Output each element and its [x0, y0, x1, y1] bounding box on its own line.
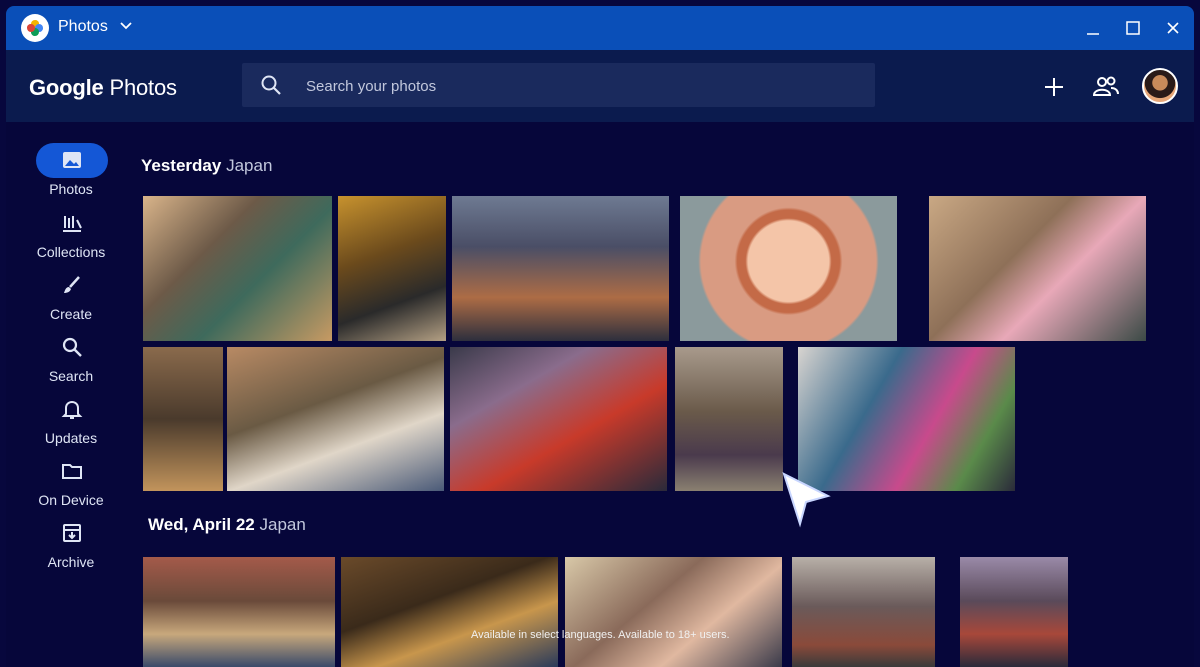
section-header-yesterday: Yesterday Japan: [141, 156, 272, 176]
photo-thumbnail[interactable]: [452, 196, 669, 341]
disclaimer-text: Available in select languages. Available…: [471, 629, 730, 641]
nav-label: Updates: [44, 430, 98, 446]
photos-logo-icon: [21, 14, 49, 42]
brand-google: Google: [29, 75, 104, 100]
nav-label: Collections: [36, 244, 106, 260]
nav-icon-slot: [36, 330, 108, 365]
minimize-button[interactable]: [1080, 16, 1106, 40]
photo-thumbnail[interactable]: [680, 196, 897, 341]
folder-icon: [62, 464, 82, 479]
nav-icon-slot: [36, 516, 108, 551]
nav-icon-slot: [36, 392, 108, 427]
photo-thumbnail[interactable]: [960, 557, 1068, 667]
photo-thumbnail[interactable]: [792, 557, 935, 667]
sharing-button[interactable]: [1091, 72, 1121, 102]
photo-thumbnail[interactable]: [338, 196, 446, 341]
nav-icon-slot: [36, 268, 108, 303]
photo-thumbnail[interactable]: [565, 557, 782, 667]
photo-thumbnail[interactable]: [341, 557, 558, 667]
account-avatar[interactable]: [1142, 68, 1178, 104]
section-place: Japan: [226, 156, 273, 175]
nav-label: On Device: [38, 492, 104, 508]
photo-thumbnail[interactable]: [143, 557, 335, 667]
nav-item-on-device[interactable]: On Device: [6, 454, 136, 510]
pointer-cursor-icon: [782, 472, 831, 528]
add-button[interactable]: [1039, 72, 1069, 102]
app-header: Google Photos: [6, 50, 1194, 122]
section-date: Yesterday: [141, 156, 222, 175]
photo-thumbnail[interactable]: [227, 347, 444, 491]
google-photos-logo[interactable]: Google Photos: [29, 75, 177, 101]
nav-label: Archive: [47, 554, 95, 570]
brush-icon: [64, 276, 80, 293]
nav-item-archive[interactable]: Archive: [6, 516, 136, 572]
nav-label: Photos: [49, 181, 93, 197]
photo-thumbnail[interactable]: [143, 196, 332, 341]
photos-window: Photos Google Photos Search your photos …: [6, 6, 1194, 667]
nav-active-pill: [36, 143, 108, 178]
photo-thumbnail[interactable]: [450, 347, 667, 491]
collections-icon: [63, 216, 82, 232]
sidebar: Photos Collections Create Search Updates: [6, 122, 136, 667]
archive-icon: [63, 524, 81, 542]
nav-item-updates[interactable]: Updates: [6, 392, 136, 448]
maximize-button[interactable]: [1120, 16, 1146, 40]
title-bar: Photos: [6, 6, 1194, 50]
brand-photos: Photos: [109, 75, 177, 100]
photo-thumbnail[interactable]: [143, 347, 223, 491]
section-date: Wed, April 22: [148, 515, 255, 534]
image-icon: [63, 152, 81, 168]
app-title: Photos: [58, 18, 108, 35]
nav-label: Create: [49, 306, 93, 322]
section-place: Japan: [259, 515, 306, 534]
nav-item-create[interactable]: Create: [6, 268, 136, 324]
photo-thumbnail[interactable]: [675, 347, 783, 491]
nav-icon-slot: [36, 454, 108, 489]
search-bar[interactable]: [242, 63, 875, 109]
nav-item-search[interactable]: Search: [6, 330, 136, 386]
nav-icon-slot: [36, 206, 108, 241]
search-icon: [62, 337, 82, 357]
bell-icon: [61, 400, 83, 419]
chevron-down-icon[interactable]: [118, 17, 134, 38]
photo-thumbnail[interactable]: [929, 196, 1146, 341]
nav-item-collections[interactable]: Collections: [6, 206, 136, 262]
nav-label: Search: [48, 368, 94, 384]
section-header-april-22: Wed, April 22 Japan: [148, 515, 306, 535]
nav-item-photos[interactable]: Photos: [6, 143, 136, 199]
search-input[interactable]: [304, 63, 848, 109]
search-icon: [260, 74, 282, 101]
close-button[interactable]: [1160, 16, 1186, 40]
